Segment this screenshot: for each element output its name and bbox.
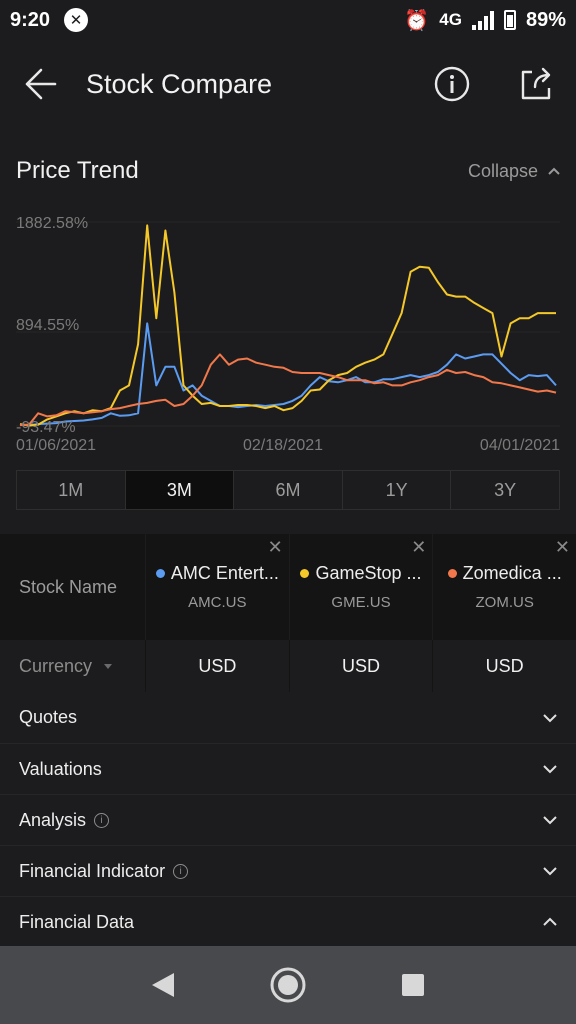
system-nav-bar — [0, 946, 576, 1024]
price-trend-title: Price Trend — [16, 157, 139, 184]
chevron-down-icon — [543, 867, 557, 876]
status-right: ⏰ 4G 89% — [404, 8, 566, 33]
remove-stock-icon[interactable]: ✕ — [555, 538, 570, 556]
section-label: Quotes — [19, 707, 78, 727]
stock-name: AMC Entert... — [170, 563, 279, 583]
info-circle-icon[interactable] — [432, 64, 472, 104]
collapse-label: Collapse — [467, 160, 538, 181]
chevron-down-icon — [543, 816, 557, 825]
price-trend-header: Price Trend Collapse — [0, 148, 576, 194]
chevron-down-icon — [543, 765, 557, 774]
range-button-3m[interactable]: 3M — [124, 471, 234, 509]
stock-column-gme-us[interactable]: ✕ GameStop ... GME.US — [288, 534, 433, 640]
currency-value: USD — [145, 640, 289, 692]
alarm-icon: ⏰ — [404, 9, 430, 32]
range-selector: 1M 3M 6M 1Y 3Y — [16, 470, 560, 510]
chevron-up-icon — [548, 167, 560, 175]
chevron-down-icon — [543, 713, 557, 722]
stock-name-cell: Zomedica ... — [447, 563, 562, 584]
section-valuations[interactable]: Valuations — [0, 743, 576, 794]
y-tick-label: 894.55% — [16, 317, 79, 334]
y-tick-label: 1882.58% — [16, 215, 88, 232]
section-quotes[interactable]: Quotes — [0, 692, 576, 743]
x-tick-label: 04/01/2021 — [480, 437, 560, 454]
info-icon[interactable]: i — [173, 863, 189, 879]
stock-name-row: Stock Name ✕ AMC Entert... AMC.US ✕ GameStop… — [0, 534, 576, 640]
currency-value: USD — [432, 640, 576, 692]
nav-back-icon[interactable] — [143, 965, 183, 1005]
page-title: Stock Compare — [86, 68, 273, 99]
caret-down-icon — [104, 663, 113, 669]
stock-name: Zomedica ... — [462, 563, 562, 583]
range-button-6m[interactable]: 6M — [233, 471, 342, 509]
arrow-left-icon[interactable] — [20, 64, 60, 104]
y-tick-label: -93.47% — [16, 419, 76, 436]
currency-dropdown[interactable]: Currency — [0, 640, 145, 692]
collapse-button[interactable]: Collapse — [468, 161, 560, 182]
series-line-1 — [19, 224, 556, 427]
nav-home-icon[interactable] — [268, 965, 308, 1005]
series-line-2 — [19, 353, 557, 427]
nav-recents-icon[interactable] — [393, 965, 433, 1005]
stock-name: GameStop ... — [315, 563, 422, 583]
price-trend-chart: 1882.58% 894.55% -93.47% 01/06/2021 02/18/20… — [0, 200, 576, 462]
app-header: Stock Compare — [0, 40, 576, 128]
section-label: Financial Data — [19, 911, 135, 932]
x-tick-label: 01/06/2021 — [16, 437, 96, 454]
currency-label: Currency — [19, 655, 93, 676]
network-type: 4G — [439, 10, 462, 29]
section-financial-data[interactable]: Financial Data — [0, 896, 576, 947]
range-button-1m[interactable]: 1M — [17, 471, 125, 509]
status-time: 9:20 — [10, 8, 51, 31]
section-label: Analysis — [19, 809, 87, 830]
section-label: Financial Indicator — [19, 860, 166, 881]
signal-icon — [471, 10, 494, 30]
stock-name-cell: GameStop ... — [300, 563, 422, 584]
section-analysis[interactable]: Analysis i — [0, 794, 576, 845]
series-color-dot — [447, 569, 457, 578]
section-label: Valuations — [19, 758, 102, 779]
stock-column-amc-us[interactable]: ✕ AMC Entert... AMC.US — [145, 534, 289, 640]
currency-value: USD — [288, 640, 433, 692]
stock-ticker: ZOM.US — [475, 594, 534, 611]
battery-percent: 89% — [525, 8, 566, 31]
currency-row: Currency USD USD USD — [0, 640, 576, 692]
status-bar: 9:20 ✕ ⏰ 4G 89% — [0, 0, 576, 40]
range-button-1y[interactable]: 1Y — [341, 471, 451, 509]
series-color-dot — [155, 569, 165, 578]
chart-svg: 1882.58% 894.55% -93.47%01/06/2021 02/18/20… — [16, 215, 560, 454]
chevron-up-icon — [543, 917, 557, 926]
remove-stock-icon[interactable]: ✕ — [411, 538, 426, 556]
share-icon[interactable] — [516, 64, 556, 104]
stock-column-zom-us[interactable]: ✕ Zomedica ... ZOM.US — [432, 534, 576, 640]
x-tick-label: 02/18/2021 — [243, 437, 323, 454]
battery-icon — [503, 10, 516, 30]
section-financial-indicator[interactable]: Financial Indicator i — [0, 845, 576, 896]
range-button-3y[interactable]: 3Y — [450, 471, 559, 509]
stock-ticker: GME.US — [331, 594, 391, 611]
stock-name-cell: AMC Entert... — [155, 563, 279, 584]
info-icon[interactable]: i — [94, 812, 110, 828]
remove-stock-icon[interactable]: ✕ — [268, 538, 283, 556]
series-color-dot — [300, 569, 310, 578]
stock-ticker: AMC.US — [188, 594, 247, 611]
stock-name-label: Stock Name — [19, 576, 118, 597]
app-notification-icon: ✕ — [64, 8, 89, 32]
